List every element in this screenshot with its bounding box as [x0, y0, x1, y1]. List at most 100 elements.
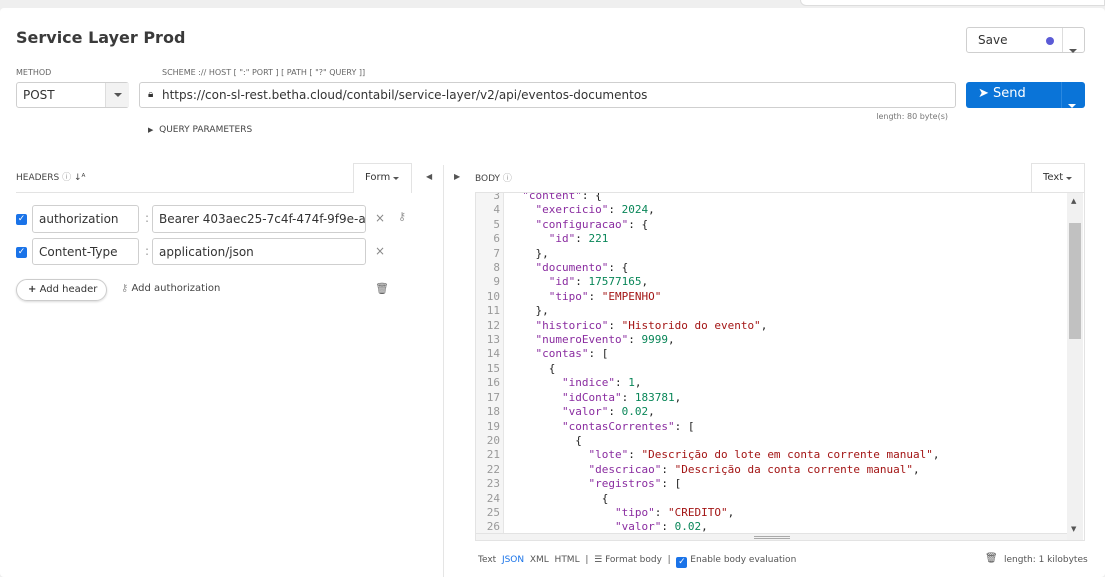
enable-body-evaluation-checkbox[interactable]: ✓ — [676, 557, 688, 568]
header-value-input[interactable]: application/json — [152, 238, 366, 265]
body-footer: Text JSON XML HTML | ☰ Format body | ✓ E… — [478, 555, 796, 568]
top-tab-strip — [800, 0, 1105, 6]
code-line: "content": { — [522, 192, 602, 202]
type-json-link[interactable]: JSON — [502, 555, 524, 565]
query-parameters-toggle[interactable]: ▶ QUERY PARAMETERS — [148, 125, 252, 135]
caret-down-icon — [1069, 49, 1077, 53]
trash-icon[interactable]: 🗑︎ — [375, 282, 389, 295]
headers-mode-dropdown[interactable]: Form — [353, 163, 412, 193]
plus-icon: + — [28, 284, 37, 295]
header-enabled-checkbox[interactable]: ✓ — [16, 214, 27, 225]
remove-header-icon[interactable]: × — [375, 244, 385, 258]
line-number: 5 — [493, 217, 500, 231]
code-line: "exercicio": 2024, — [535, 203, 655, 217]
add-header-button[interactable]: + Add header — [16, 279, 107, 301]
header-key-input[interactable]: authorization — [32, 205, 139, 233]
send-button[interactable]: ➤ Send — [978, 86, 1026, 101]
separator: | — [585, 555, 589, 565]
line-number: 6 — [493, 232, 500, 246]
type-text-link[interactable]: Text — [478, 555, 496, 565]
line-number: 17 — [486, 390, 500, 404]
caret-down-icon — [1066, 177, 1073, 180]
type-html-link[interactable]: HTML — [555, 555, 580, 565]
header-enabled-checkbox[interactable]: ✓ — [16, 247, 27, 258]
line-number: 12 — [486, 318, 500, 332]
paper-plane-icon: ➤ — [978, 86, 989, 101]
line-number: 20 — [486, 433, 500, 447]
body-mode-value: Text — [1043, 172, 1064, 183]
code-line: "historico": "Historido do evento", — [535, 318, 768, 332]
save-dropdown-button[interactable] — [1069, 38, 1077, 57]
collapse-right-icon[interactable]: ▶ — [454, 172, 460, 181]
line-number: 16 — [486, 376, 500, 390]
page-title: Service Layer Prod — [16, 28, 186, 47]
headers-title: HEADERS — [16, 173, 60, 183]
code-line: { — [509, 433, 582, 447]
code-line: "registros": [ — [588, 477, 682, 491]
code-line: }, — [509, 246, 549, 260]
line-number: 15 — [486, 361, 500, 375]
type-xml-link[interactable]: XML — [530, 555, 549, 565]
headers-label: HEADERS ⓘ ↓ᴬ — [16, 170, 85, 183]
key-icon[interactable]: ⚷ — [398, 210, 406, 223]
body-mode-dropdown[interactable]: Text — [1031, 163, 1085, 193]
format-body-button[interactable]: ☰ Format body — [594, 555, 662, 565]
add-header-label: Add header — [39, 284, 98, 295]
scrollbar[interactable]: ▲ ▼ — [1067, 193, 1083, 540]
panel-divider[interactable] — [443, 165, 444, 577]
code-line: "lote": "Descrição do lote em conta corr… — [588, 448, 940, 462]
code-line: "tipo": "EMPENHO" — [548, 289, 662, 303]
caret-right-icon: ▶ — [148, 126, 154, 134]
url-input[interactable]: 🔒︎ https://con-sl-rest.betha.cloud/conta… — [139, 82, 956, 108]
code-line: "indice": 1, — [561, 376, 642, 390]
remove-header-icon[interactable]: × — [375, 211, 385, 225]
collapse-left-icon[interactable]: ◀ — [426, 172, 432, 181]
code-line: "id": 221 — [548, 232, 609, 246]
caret-down-icon — [1068, 104, 1076, 108]
caret-down-icon — [393, 177, 400, 180]
key-icon: ⚷ — [121, 283, 129, 294]
code-line: { — [509, 491, 609, 505]
save-button[interactable]: Save — [978, 33, 1007, 47]
line-number: 22 — [486, 462, 500, 476]
code-content[interactable]: "content": { "exercicio": 2024, "configu… — [509, 192, 940, 535]
body-label: BODY ⓘ — [475, 171, 512, 184]
add-authorization-label: Add authorization — [131, 283, 221, 294]
code-line: "descricao": "Descrição da conta corrent… — [588, 462, 920, 476]
body-title: BODY — [475, 174, 501, 184]
line-number: 25 — [486, 505, 500, 519]
headers-mode-value: Form — [365, 172, 391, 183]
body-editor[interactable]: 3 4 5 6 7 8 9 10 11 12 13 14 15 16 17 18 19 20 21 22 23 24 25 2… — [475, 192, 1085, 541]
caret-down-icon — [114, 93, 122, 97]
add-authorization-button[interactable]: ⚷ Add authorization — [121, 283, 220, 294]
format-body-label: Format body — [605, 555, 662, 565]
trash-icon[interactable]: 🗑︎ — [985, 553, 998, 564]
header-value-input[interactable]: Bearer 403aec25-7c4f-474f-9f9e-a0 — [152, 205, 366, 233]
line-number: 21 — [486, 448, 500, 462]
line-number: 13 — [486, 333, 500, 347]
code-line: "contas": [ — [535, 347, 609, 361]
align-icon: ☰ — [594, 555, 603, 565]
method-select[interactable]: POST — [16, 82, 129, 108]
send-button-group: ➤ Send — [966, 82, 1085, 108]
resize-handle[interactable] — [476, 533, 1067, 540]
url-label: SCHEME :// HOST [ ":" PORT ] [ PATH [ "?… — [162, 68, 366, 77]
scrollbar-thumb[interactable] — [1069, 223, 1081, 339]
line-number: 14 — [486, 347, 500, 361]
code-line: "idConta": 183781, — [561, 390, 682, 404]
code-line: { — [509, 361, 556, 375]
line-number: 23 — [486, 477, 500, 491]
header-key-input[interactable]: Content-Type — [32, 238, 139, 265]
line-number: 7 — [493, 246, 500, 260]
code-line: "configuracao": { — [535, 217, 649, 231]
send-dropdown-button[interactable] — [1068, 93, 1076, 112]
code-line: "tipo": "CREDITO", — [614, 505, 735, 519]
body-length: length: 1 kilobytes — [1004, 555, 1088, 565]
code-line: "contasCorrentes": [ — [561, 419, 695, 433]
code-line: "valor": 0.02, — [561, 405, 655, 419]
line-number: 4 — [493, 203, 500, 217]
line-number: 11 — [486, 304, 500, 318]
url-value: https://con-sl-rest.betha.cloud/contabil… — [162, 88, 648, 102]
sort-icon[interactable]: ↓ᴬ — [74, 173, 85, 183]
help-icon: ⓘ — [502, 174, 512, 184]
